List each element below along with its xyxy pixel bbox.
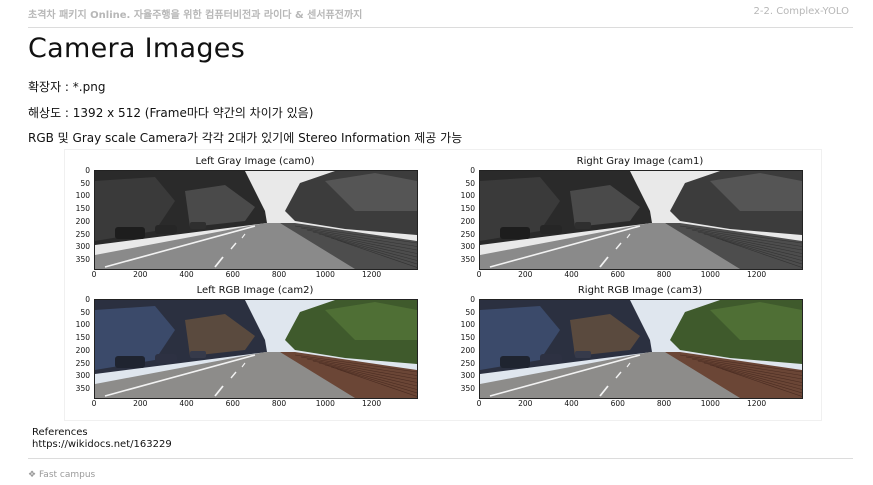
x-tick-label: 800 (656, 399, 672, 408)
x-tick-label: 1000 (700, 399, 720, 408)
header-divider (28, 27, 853, 28)
footer-divider (28, 458, 853, 459)
footer-brand: Fast campus (38, 470, 96, 480)
y-tick-label: 250 (460, 358, 475, 368)
y-tick-label: 300 (460, 371, 475, 381)
header-course-title: 초격차 패키지 Online. 자율주행을 위한 컴퓨터비전과 라이다 & 센서… (28, 10, 363, 21)
camera-figure: Left Gray Image (cam0) 0 50 100 150 200 250 300… (64, 149, 822, 421)
extension-line: 확장자 : *.png (28, 80, 106, 94)
y-tick-label: 0 (470, 295, 475, 304)
references-label: References (32, 427, 88, 438)
street-scene-image (480, 300, 802, 398)
y-tick-label: 150 (460, 333, 475, 343)
fastcampus-logo-icon: ❖ (28, 470, 37, 480)
y-tick-label: 350 (460, 383, 475, 393)
camera-image (479, 299, 803, 399)
footer-logo: ❖ Fast campus (28, 470, 95, 480)
x-tick-label: 400 (564, 399, 579, 408)
references: References https://wikidocs.net/163229 (32, 427, 172, 451)
y-tick-label: 100 (460, 320, 475, 330)
camera-panel: Right RGB Image (cam3) 0 50 100 150 200 250 300… (65, 150, 821, 420)
x-tick-label: 1200 (747, 399, 767, 408)
resolution-line: 해상도 : 1392 x 512 (Frame마다 약간의 차이가 있음) (28, 106, 314, 120)
stereo-line: RGB 및 Gray scale Camera가 각각 2대가 있기에 Ster… (28, 131, 463, 145)
x-tick-label: 0 (476, 399, 482, 408)
y-tick-label: 50 (465, 307, 475, 317)
x-tick-label: 200 (518, 399, 533, 408)
y-tick-label: 200 (460, 345, 475, 355)
panel-title: Right RGB Image (cam3) (577, 285, 703, 296)
references-link[interactable]: https://wikidocs.net/163229 (32, 439, 172, 451)
header-section-label: 2-2. Complex-YOLO (753, 6, 850, 17)
page-title: Camera Images (28, 33, 246, 64)
x-tick-label: 600 (610, 399, 625, 408)
